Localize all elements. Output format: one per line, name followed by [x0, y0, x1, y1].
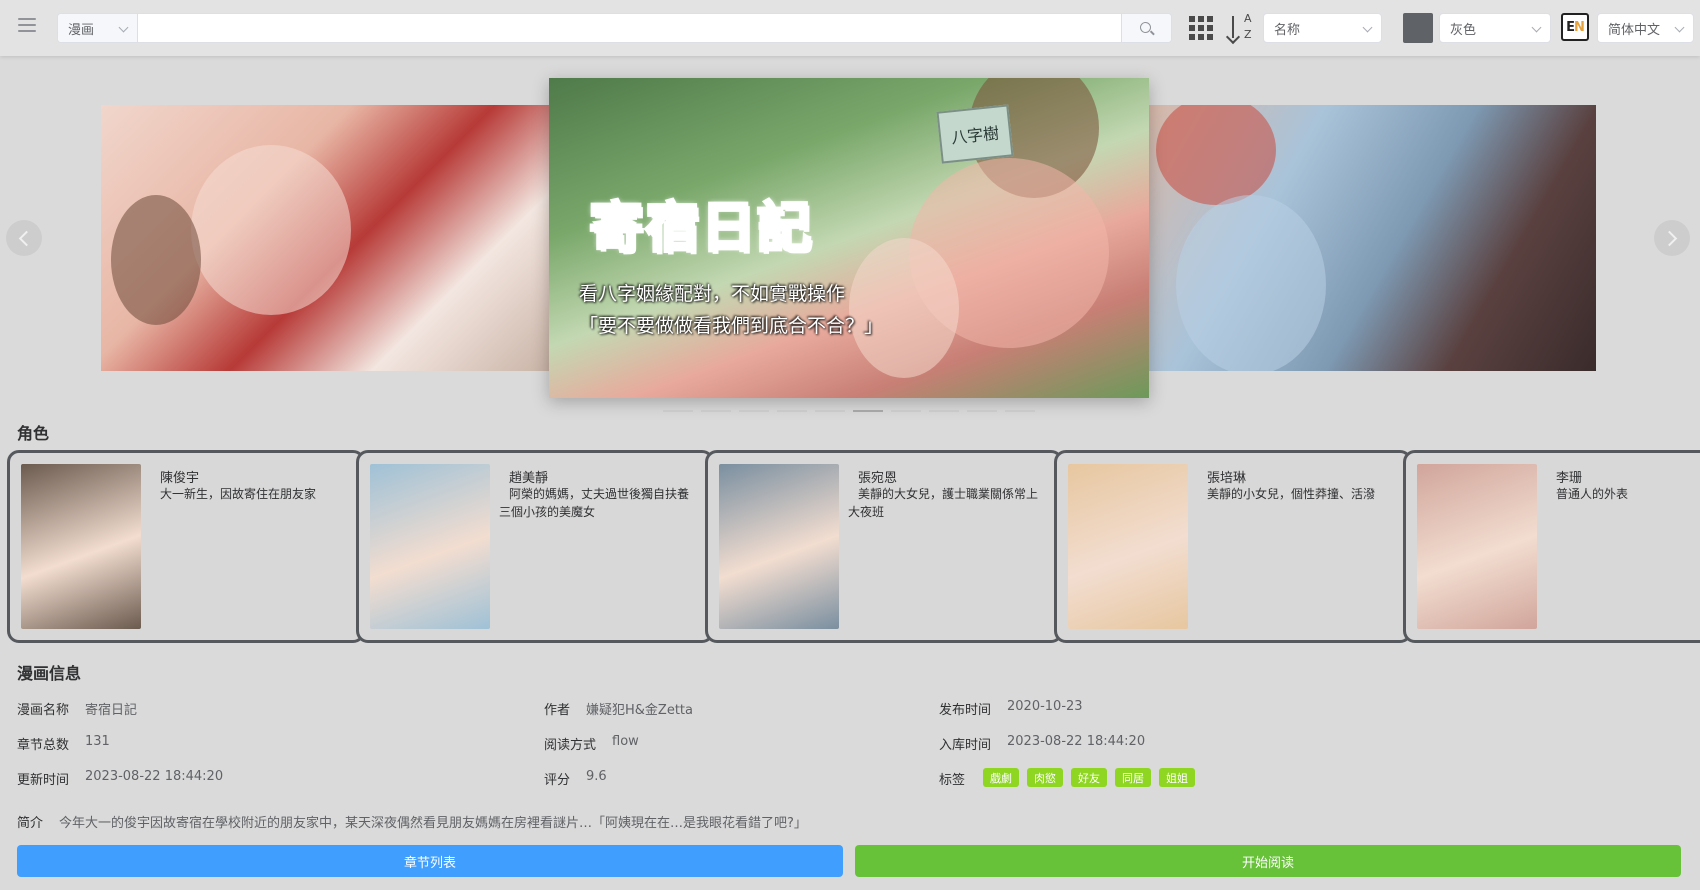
chevron-down-icon: [1531, 22, 1542, 33]
carousel-slide-next[interactable]: [1146, 105, 1596, 371]
info-tags-label: 标签: [939, 773, 966, 788]
author-value: 嫌疑犯H&金Zetta: [586, 703, 693, 718]
carousel-indicator[interactable]: [701, 410, 731, 412]
character-desc: 大一新生，因故寄住在朋友家: [160, 487, 317, 501]
character-avatar: [21, 464, 141, 629]
language-icon[interactable]: EN: [1561, 13, 1589, 41]
tag-list: 戲劇 肉慾 好友 同居 姐姐: [983, 768, 1195, 787]
info-updated: 更新时间 2023-08-22 18:44:20: [17, 769, 224, 788]
character-desc: 阿榮的媽媽，丈夫過世後獨自扶養三個小孩的美魔女: [499, 487, 690, 519]
character-desc: 美靜的大女兒，護士職業關係常上大夜班: [848, 487, 1039, 519]
theme-select[interactable]: 灰色: [1439, 13, 1551, 43]
comic-name-value: 寄宿日記: [85, 703, 138, 718]
character-avatar: [370, 464, 490, 629]
tag-badge[interactable]: 姐姐: [1159, 768, 1195, 787]
carousel-prev-button[interactable]: [6, 220, 42, 256]
carousel-indicator[interactable]: [739, 410, 769, 412]
grid-view-icon[interactable]: [1189, 16, 1213, 40]
chevron-down-icon: [1362, 22, 1373, 33]
language-select[interactable]: 简体中文: [1597, 13, 1694, 43]
character-card[interactable]: 張宛恩 美靜的大女兒，護士職業關係常上大夜班: [705, 450, 1063, 643]
theme-label: 灰色: [1450, 22, 1477, 38]
sort-field-label: 名称: [1274, 22, 1301, 38]
sort-order-icon[interactable]: A Z: [1225, 12, 1255, 45]
character-name: 陳俊宇: [160, 471, 200, 486]
info-rating: 评分 9.6: [544, 769, 607, 788]
carousel-indicator[interactable]: [967, 410, 997, 412]
language-label: 简体中文: [1608, 22, 1661, 38]
character-name: 張宛恩: [858, 471, 898, 486]
info-summary: 简介 今年大一的俊宇因故寄宿在學校附近的朋友家中，某天深夜偶然看見朋友媽媽在房裡…: [17, 812, 807, 831]
tag-badge[interactable]: 同居: [1115, 768, 1151, 787]
character-avatar: [1068, 464, 1188, 629]
category-select[interactable]: 漫画: [58, 14, 138, 42]
carousel-next-button[interactable]: [1654, 220, 1690, 256]
tag-badge[interactable]: 好友: [1071, 768, 1107, 787]
search-input[interactable]: [138, 14, 1121, 42]
info-stored: 入库时间 2023-08-22 18:44:20: [939, 734, 1146, 753]
character-desc: 普通人的外表: [1556, 487, 1629, 501]
carousel-indicator[interactable]: [777, 410, 807, 412]
character-desc: 美靜的小女兒，個性莽撞、活潑: [1207, 487, 1376, 501]
info-chapters: 章节总数 131: [17, 734, 110, 753]
start-reading-button[interactable]: 开始阅读: [855, 845, 1681, 877]
character-name: 張培琳: [1207, 471, 1247, 486]
stored-time-value: 2023-08-22 18:44:20: [1007, 734, 1146, 749]
character-list: 陳俊宇 大一新生，因故寄住在朋友家 趙美靜 阿榮的媽媽，丈夫過世後獨自扶養三個小孩的美…: [7, 450, 1700, 645]
character-card[interactable]: 李珊 普通人的外表: [1403, 450, 1700, 643]
character-card[interactable]: 張培琳 美靜的小女兒，個性莽撞、活潑: [1054, 450, 1412, 643]
carousel-slide-active[interactable]: 八字樹 寄宿日記 看八字姻緣配對，不如實戰操作 「要不要做做看我們到底合不合？」: [549, 78, 1149, 398]
summary-text: 今年大一的俊宇因故寄宿在學校附近的朋友家中，某天深夜偶然看見朋友媽媽在房裡看謎片…: [59, 816, 807, 831]
character-name: 趙美靜: [509, 471, 549, 486]
banner-tagline: 看八字姻緣配對，不如實戰操作 「要不要做做看我們到底合不合？」: [579, 283, 884, 337]
character-name: 李珊: [1556, 471, 1583, 486]
carousel-indicator[interactable]: [891, 410, 921, 412]
info-name: 漫画名称 寄宿日記: [17, 699, 137, 718]
read-mode-value: flow: [612, 734, 639, 749]
character-avatar: [1417, 464, 1537, 629]
chevron-down-icon: [118, 22, 129, 33]
menu-icon[interactable]: [18, 18, 36, 34]
chevron-down-icon: [1674, 22, 1685, 33]
character-avatar: [719, 464, 839, 629]
sort-field-select[interactable]: 名称: [1263, 13, 1382, 43]
theme-color-swatch[interactable]: [1403, 13, 1433, 43]
rating-value: 9.6: [586, 769, 607, 784]
character-card[interactable]: 陳俊宇 大一新生，因故寄住在朋友家: [7, 450, 365, 643]
carousel-slide-prev[interactable]: [101, 105, 551, 371]
info-publish: 发布时间 2020-10-23: [939, 699, 1083, 718]
tag-badge[interactable]: 肉慾: [1027, 768, 1063, 787]
banner-sign: 八字樹: [936, 104, 1014, 164]
updated-time-value: 2023-08-22 18:44:20: [85, 769, 224, 784]
info-title: 漫画信息: [17, 664, 82, 683]
top-bar: 漫画 A Z 名称 灰色 EN 简体中文: [0, 0, 1700, 56]
carousel-indicator[interactable]: [853, 410, 883, 412]
info-author: 作者 嫌疑犯H&金Zetta: [544, 699, 693, 718]
chapter-count-value: 131: [85, 734, 110, 749]
search-button[interactable]: [1121, 14, 1171, 42]
publish-date-value: 2020-10-23: [1007, 699, 1083, 714]
search-bar: 漫画: [57, 13, 1172, 43]
carousel-indicator[interactable]: [929, 410, 959, 412]
characters-title: 角色: [17, 424, 50, 443]
banner-title-art: 寄宿日記: [588, 195, 813, 261]
carousel-indicators: [663, 410, 1035, 412]
chapter-list-button[interactable]: 章节列表: [17, 845, 843, 877]
carousel-indicator[interactable]: [663, 410, 693, 412]
carousel-indicator[interactable]: [1005, 410, 1035, 412]
carousel-indicator[interactable]: [815, 410, 845, 412]
character-card[interactable]: 趙美靜 阿榮的媽媽，丈夫過世後獨自扶養三個小孩的美魔女: [356, 450, 714, 643]
info-read-mode: 阅读方式 flow: [544, 734, 639, 753]
category-select-label: 漫画: [68, 22, 95, 38]
tag-badge[interactable]: 戲劇: [983, 768, 1019, 787]
